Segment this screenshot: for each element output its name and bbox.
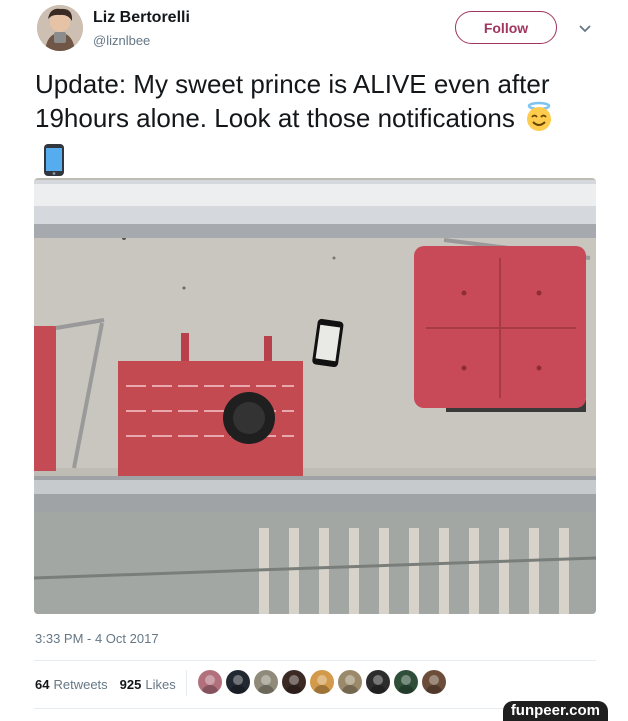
liker-avatar[interactable]	[282, 670, 306, 694]
tweet-photo[interactable]	[34, 178, 596, 614]
liker-avatar[interactable]	[310, 670, 334, 694]
liker-avatar[interactable]	[366, 670, 390, 694]
liker-avatars	[198, 670, 446, 694]
divider	[34, 660, 596, 661]
follow-button[interactable]: Follow	[455, 11, 557, 44]
tweet-text-line-2: 19hours alone. Look at those notificatio…	[35, 103, 515, 133]
likes-count[interactable]: 925	[120, 677, 142, 692]
liker-avatar[interactable]	[226, 670, 250, 694]
liker-avatar[interactable]	[422, 670, 446, 694]
retweets-label[interactable]: Retweets	[53, 677, 107, 692]
user-avatar[interactable]	[37, 5, 83, 51]
stats-divider	[186, 670, 187, 696]
halo-smiley-emoji	[523, 101, 555, 141]
user-display-name[interactable]: Liz Bertorelli	[93, 9, 190, 27]
tweet-timestamp[interactable]: 3:33 PM - 4 Oct 2017	[35, 631, 159, 646]
chevron-down-icon[interactable]	[578, 21, 592, 33]
liker-avatar[interactable]	[254, 670, 278, 694]
tweet-text-line-1: Update: My sweet prince is ALIVE even af…	[35, 69, 550, 99]
tweet-text: Update: My sweet prince is ALIVE even af…	[35, 68, 605, 185]
watermark-logo: funpeer.com	[502, 701, 608, 721]
likes-label[interactable]: Likes	[145, 677, 175, 692]
engagement-stats: 64 Retweets 925 Likes	[35, 677, 176, 692]
retweets-count[interactable]: 64	[35, 677, 49, 692]
liker-avatar[interactable]	[338, 670, 362, 694]
user-handle[interactable]: @liznlbee	[93, 33, 150, 48]
liker-avatar[interactable]	[394, 670, 418, 694]
liker-avatar[interactable]	[198, 670, 222, 694]
